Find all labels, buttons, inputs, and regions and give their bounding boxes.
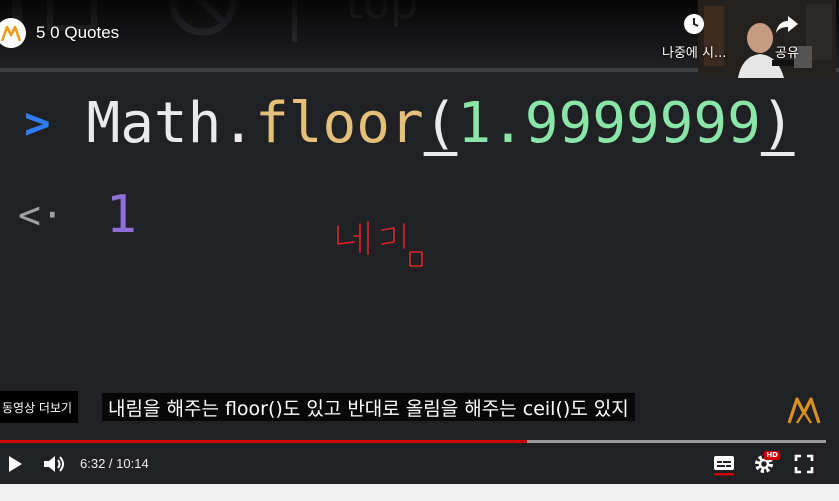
channel-avatar[interactable]: [0, 18, 26, 48]
console-result: 1: [105, 185, 138, 245]
play-icon: [9, 456, 22, 472]
code-dot: .: [221, 90, 256, 156]
console-input-line: > Math. floor(1.9999999): [24, 88, 795, 158]
more-videos-button[interactable]: 동영상 더보기: [0, 391, 79, 423]
caption-text: 내림을 해주는 floor()도 있고 반대로 올림을 해주는 ceil()도 …: [102, 393, 635, 421]
console-prompt-icon: >: [24, 97, 51, 149]
volume-icon: [44, 456, 64, 472]
video-frame[interactable]: top > Math.floor(1.9999999) <· 1: [0, 0, 839, 484]
subtitles-button[interactable]: [710, 450, 738, 478]
volume-button[interactable]: [40, 450, 68, 478]
share-icon: [776, 16, 798, 33]
share-label: 공유: [775, 46, 799, 61]
settings-button[interactable]: HD: [750, 450, 780, 478]
progress-bar[interactable]: [0, 440, 826, 443]
fullscreen-button[interactable]: [790, 450, 818, 478]
handwritten-note-naerim: [337, 221, 423, 267]
code-object: Math: [86, 90, 222, 156]
video-title[interactable]: 5 0 Quotes: [36, 23, 119, 43]
clock-icon: [684, 14, 705, 34]
code-argument: 1.9999999: [457, 90, 761, 156]
code-close-paren: ): [760, 90, 795, 156]
watch-later-button[interactable]: 나중에 시...: [662, 12, 726, 61]
subtitles-icon: [714, 456, 734, 476]
console-output-line: <· 1: [18, 180, 137, 250]
channel-watermark-icon[interactable]: [786, 394, 822, 426]
play-button[interactable]: [0, 450, 28, 478]
time-display: 6:32 / 10:14: [80, 456, 149, 471]
progress-played: [0, 440, 527, 443]
code-open-paren: (: [423, 90, 458, 156]
video-player[interactable]: top > Math.floor(1.9999999) <· 1: [0, 0, 839, 484]
watch-later-label: 나중에 시...: [662, 46, 727, 61]
video-title-bar: 5 0 Quotes: [0, 10, 119, 56]
code-method: floor: [255, 90, 424, 156]
channel-logo-icon: [0, 25, 22, 42]
player-controls: 6:32 / 10:14 HD: [0, 446, 839, 482]
console-return-icon: <·: [18, 193, 64, 237]
hd-badge: HD: [764, 451, 780, 460]
share-button[interactable]: 공유: [774, 12, 800, 61]
fullscreen-icon: [794, 454, 814, 474]
